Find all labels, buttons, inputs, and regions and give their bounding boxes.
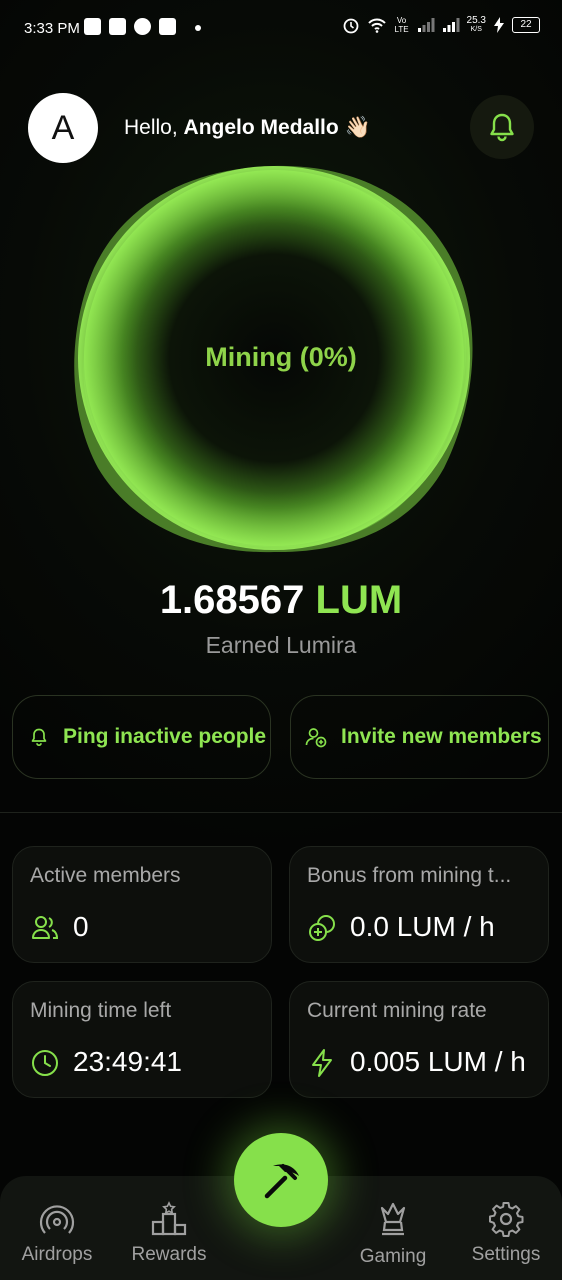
card-title: Mining time left [30,999,172,1022]
wave-emoji: 👋🏻 [344,116,371,139]
ping-inactive-button[interactable]: Ping inactive people [12,695,271,779]
earned-value: 1.68567 [159,578,305,622]
nav-rewards[interactable]: Rewards [124,1176,214,1280]
airdrop-icon [39,1205,75,1234]
add-user-icon [305,728,327,748]
active-members-card: Active members 0 [12,846,272,963]
earned-amount: 1.68567 LUM [0,578,562,623]
nav-label: Settings [471,1244,541,1265]
shop-notification-icon [109,18,126,35]
mining-time-card: Mining time left 23:49:41 [12,981,272,1098]
earned-unit: LUM [315,578,403,622]
charging-icon [494,17,504,33]
signal-2-icon [442,18,460,32]
more-notifications-dot [195,25,201,31]
nav-settings[interactable]: Settings [461,1176,551,1280]
bonus-mining-card: Bonus from mining t... 0.0 LUM / h [289,846,549,963]
ping-label: Ping inactive people [63,725,267,748]
network-speed-unit: K/S [470,26,482,33]
notifications-button[interactable] [470,95,534,159]
pickaxe-icon [264,1164,299,1199]
greeting-prefix: Hello, [124,116,184,139]
messenger-icon [134,18,151,35]
greeting: Hello, Angelo Medallo 👋🏻 [124,116,371,140]
mining-status: Mining (0%) [205,342,357,372]
signal-icon [417,18,435,32]
status-right: Vo LTE 25.3 K/S 22 [342,16,540,34]
mining-rate-card: Current mining rate 0.005 LUM / h [289,981,549,1098]
section-divider [0,812,562,813]
coins-icon [309,915,335,941]
nav-label: Airdrops [21,1244,93,1265]
avatar[interactable]: A [28,93,98,163]
user-name: Angelo Medallo [183,116,339,139]
status-bar: 3:33 PM Vo LTE 25.3 K/S 22 [0,0,562,58]
invite-label: Invite new members [341,725,542,748]
card-value: 0.0 LUM / h [350,911,495,942]
chess-queen-icon [380,1202,406,1236]
clock-icon [32,1050,58,1076]
network-speed-value: 25.3 [466,15,486,26]
card-title: Bonus from mining t... [307,864,512,887]
card-title: Current mining rate [307,999,487,1022]
earned-label: Earned Lumira [205,632,357,658]
wifi-icon [367,18,386,33]
nav-label: Rewards [131,1244,207,1265]
nav-gaming[interactable]: Gaming [348,1176,438,1280]
bell-icon [490,113,514,142]
bell-small-icon [31,728,47,747]
gear-icon [489,1202,524,1237]
invite-members-button[interactable]: Invite new members [290,695,549,779]
podium-icon [151,1201,187,1236]
mine-button[interactable] [234,1133,328,1227]
card-title: Active members [30,864,181,887]
alarm-icon [343,18,358,34]
status-time: 3:33 PM [24,20,80,37]
gallery-icon [159,18,176,35]
network-speed: 25.3 K/S [467,16,486,34]
card-value: 23:49:41 [73,1046,182,1077]
users-icon [32,916,59,939]
card-value: 0 [73,911,89,942]
battery-indicator: 22 [512,17,540,33]
notification-icons [84,18,176,35]
network-type: Vo LTE [394,16,409,34]
nav-airdrops[interactable]: Airdrops [12,1176,102,1280]
card-value: 0.005 LUM / h [350,1046,526,1077]
app-notification-icon [84,18,101,35]
nav-label: Gaming [359,1246,427,1267]
lightning-icon [312,1049,332,1077]
